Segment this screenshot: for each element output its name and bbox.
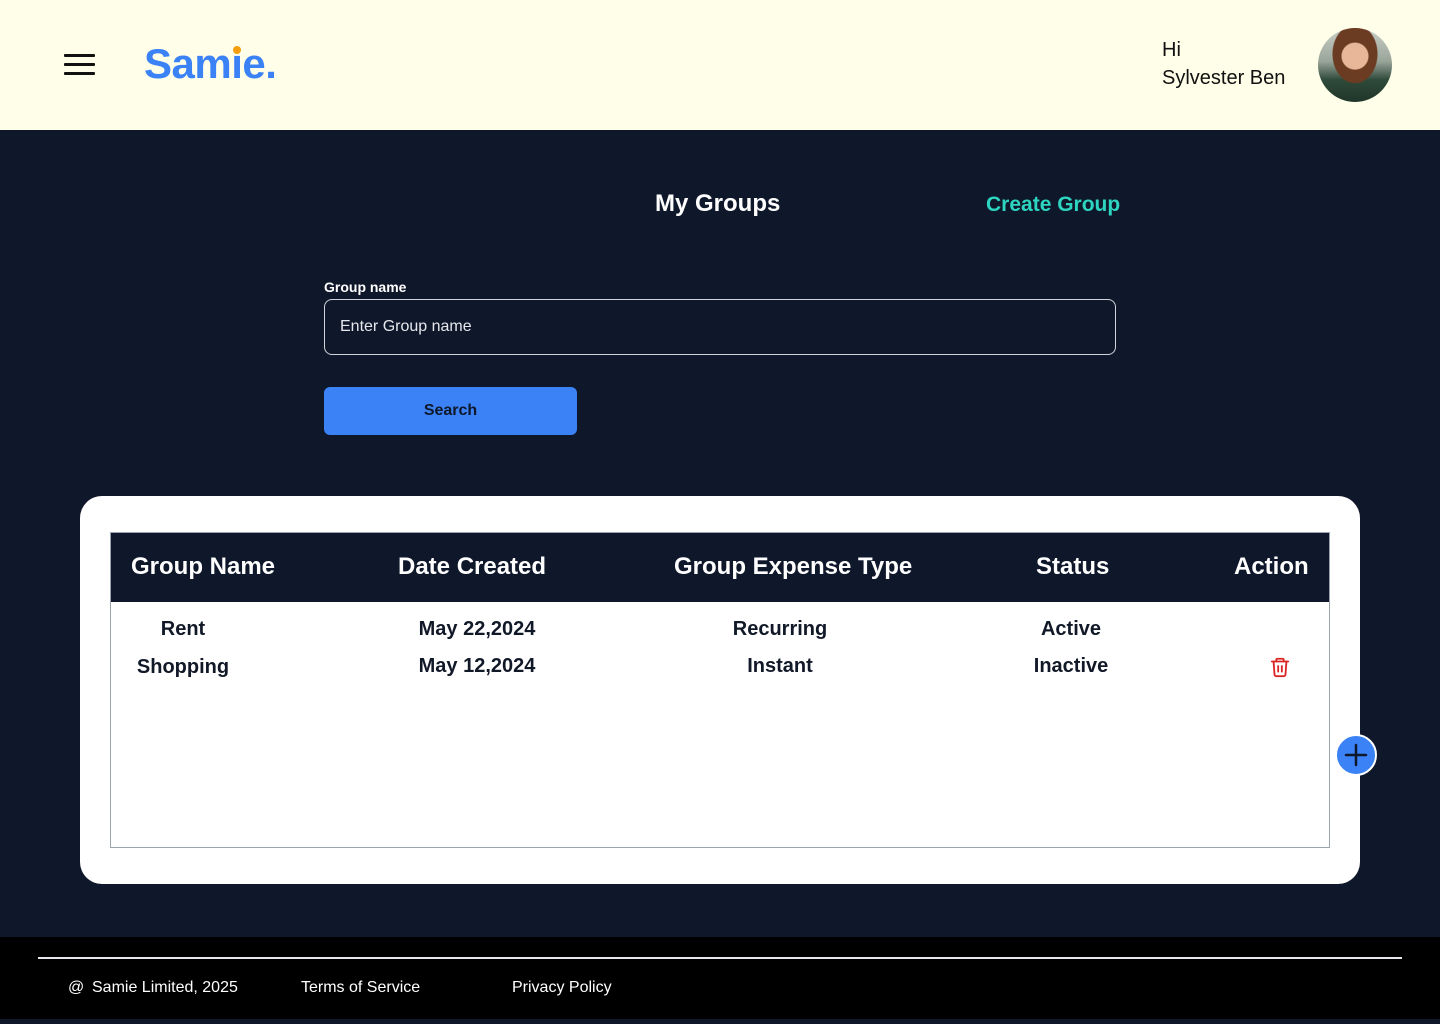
column-header-date-created: Date Created: [398, 553, 547, 580]
cell-group-name: Rent: [160, 618, 206, 640]
delete-icon[interactable]: [1269, 656, 1291, 678]
column-header-expense-type: Group Expense Type: [674, 553, 913, 580]
terms-link[interactable]: Terms of Service: [301, 979, 420, 997]
cell-date-created: May 22,2024: [418, 618, 536, 640]
table-header: Group Name Date Created Group Expense Ty…: [111, 533, 1329, 602]
group-name-input[interactable]: [324, 299, 1116, 355]
hamburger-menu-icon[interactable]: [64, 54, 96, 78]
column-header-status: Status: [1036, 553, 1110, 580]
cell-status: Active: [1040, 618, 1102, 640]
page-footer: @ Samie Limited, 2025 Terms of Service P…: [0, 937, 1440, 1019]
cell-date-created: May 12,2024: [418, 655, 536, 677]
user-avatar[interactable]: [1318, 28, 1392, 102]
cell-status: Inactive: [1033, 655, 1109, 677]
cell-expense-type: Instant: [747, 655, 813, 677]
search-button[interactable]: Search: [324, 387, 577, 435]
add-group-button[interactable]: [1335, 734, 1377, 776]
user-greeting: Hi Sylvester Ben: [1162, 36, 1285, 92]
top-header: Samı e. Hi Sylvester Ben: [0, 0, 1440, 130]
samie-logo[interactable]: Samı e.: [144, 40, 277, 88]
groups-table: Group Name Date Created Group Expense Ty…: [110, 532, 1330, 848]
group-name-label: Group name: [324, 279, 407, 295]
user-name: Sylvester Ben: [1162, 67, 1286, 89]
column-header-action: Action: [1234, 553, 1309, 580]
cell-expense-type: Recurring: [732, 618, 828, 640]
page-title: My Groups: [655, 190, 781, 217]
cell-group-name: Shopping: [136, 656, 230, 678]
plus-icon: [1344, 743, 1368, 767]
footer-divider: [38, 957, 1402, 959]
column-header-group-name: Group Name: [131, 553, 276, 580]
privacy-link[interactable]: Privacy Policy: [512, 979, 612, 997]
create-group-link[interactable]: Create Group: [986, 193, 1120, 217]
copyright-text: Samie Limited, 2025: [92, 979, 238, 996]
copyright-icon: @: [68, 979, 85, 996]
greeting-hi: Hi: [1162, 39, 1181, 61]
